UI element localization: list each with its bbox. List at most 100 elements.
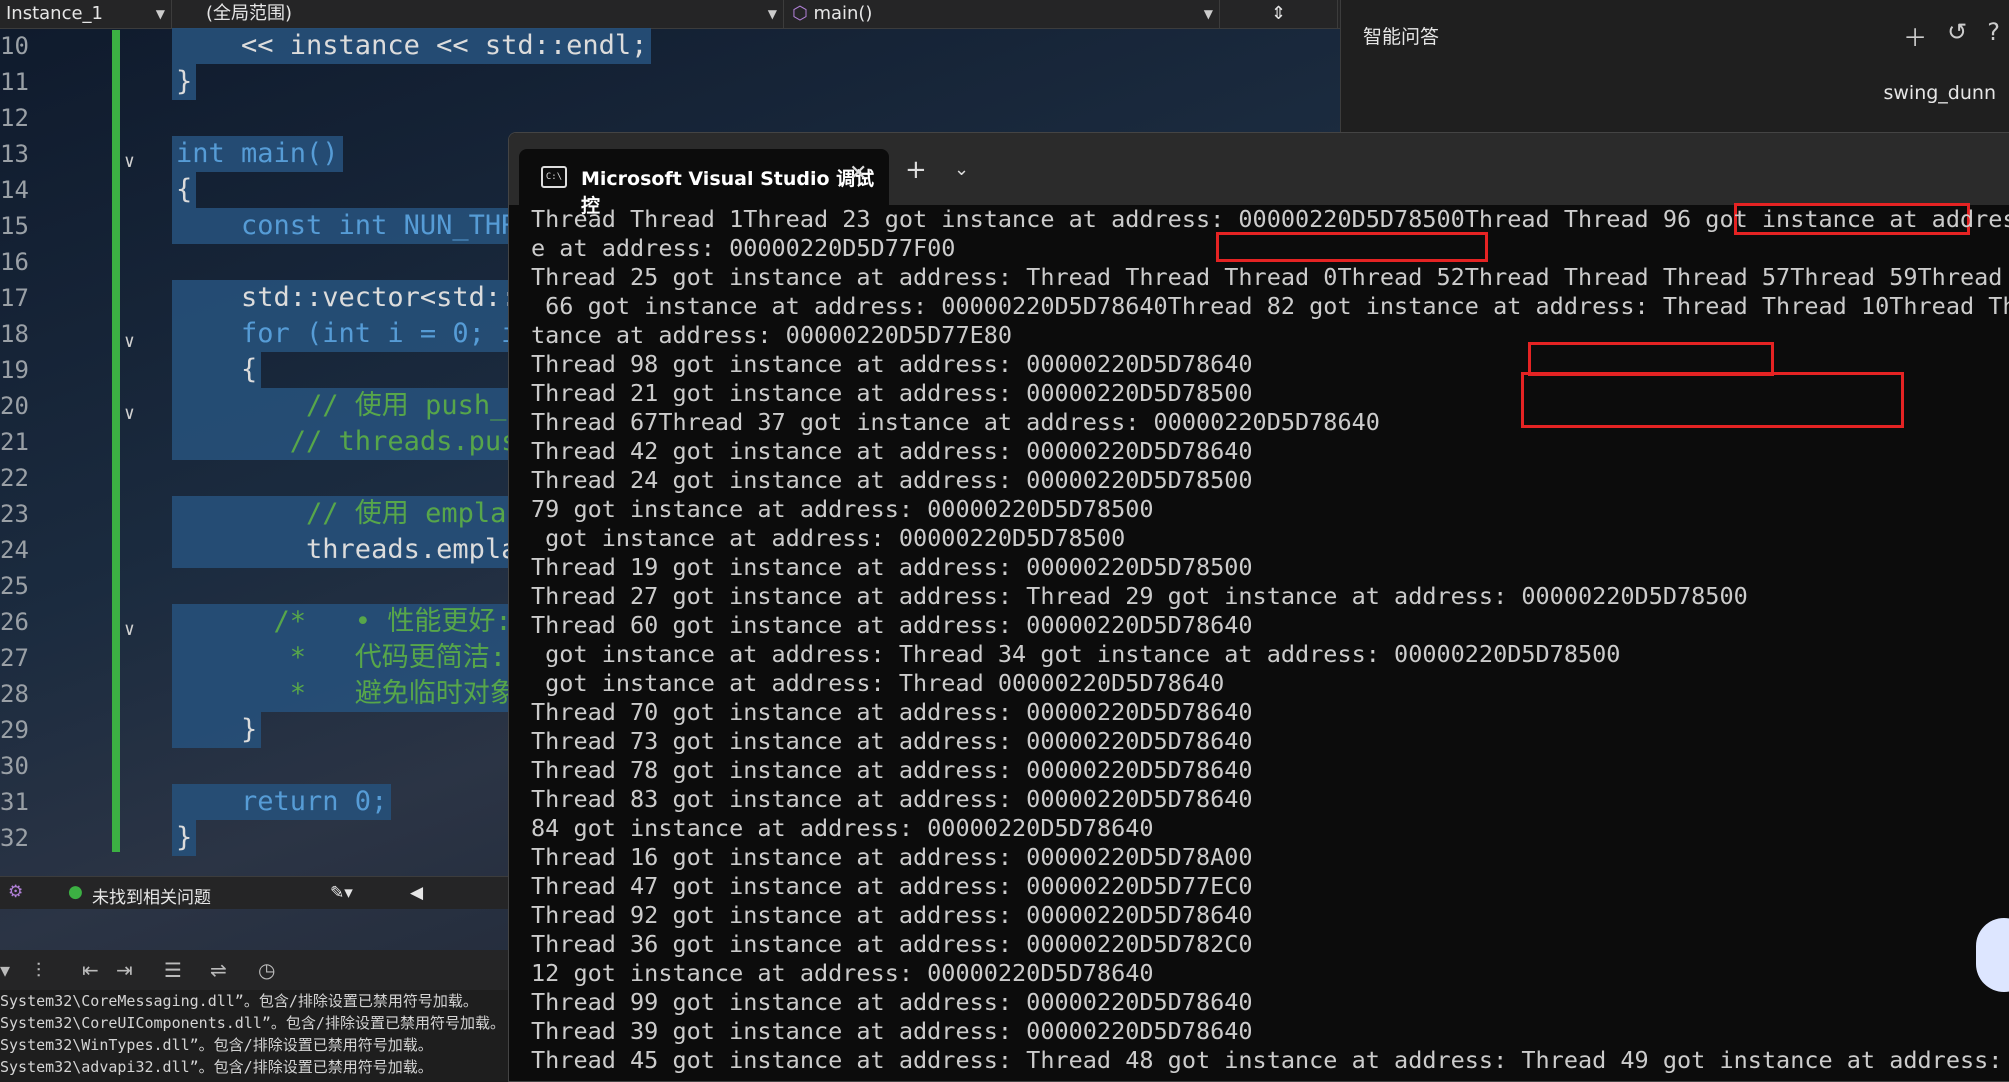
clock-icon[interactable]: ◷	[258, 958, 275, 982]
brush-icon[interactable]: ✎▾	[330, 883, 353, 903]
console-line: Thread 47 got instance at address: 00000…	[531, 872, 1253, 900]
chevron-down-icon: ▼	[155, 7, 165, 21]
code-text: {	[172, 352, 262, 388]
code-text: int main()	[172, 136, 343, 172]
code-line[interactable]: 11}	[0, 64, 1340, 100]
code-text: }	[172, 820, 197, 856]
console-line: got instance at address: Thread 34 got i…	[531, 640, 1621, 668]
split-button[interactable]: ⇕	[1220, 0, 1338, 28]
indent-left-icon[interactable]: ⇤	[82, 958, 99, 982]
indent-right-icon[interactable]: ⇥	[116, 958, 133, 982]
project-name: Instance_1	[6, 3, 104, 24]
copilot-icon[interactable]: ⚙	[8, 882, 23, 902]
ai-user-name: swing_dunn	[1883, 82, 1996, 104]
console-line: Thread 39 got instance at address: 00000…	[531, 1017, 1253, 1045]
line-number: 16	[0, 248, 29, 276]
console-line: 79 got instance at address: 00000220D5D7…	[531, 495, 1154, 523]
new-tab-button[interactable]: +	[905, 155, 927, 185]
console-line: Thread 78 got instance at address: 00000…	[531, 756, 1253, 784]
line-number: 26	[0, 608, 29, 636]
code-text: // 使用 emplace	[172, 496, 543, 532]
console-tab[interactable]: C:\ Microsoft Visual Studio 调试控 ✕	[519, 149, 889, 217]
line-number: 29	[0, 716, 29, 744]
console-line: Thread 70 got instance at address: 00000…	[531, 698, 1253, 726]
console-output[interactable]: Thread Thread 1Thread 23 got instance at…	[523, 203, 2009, 1081]
output-toolbar: ▾ ⫶ ⇤ ⇥ ☰ ⇌ ◷	[0, 950, 510, 990]
code-text: /* • 性能更好: 避	[172, 604, 559, 640]
line-number: 20	[0, 392, 29, 420]
debug-console-window[interactable]: C:\ Microsoft Visual Studio 调试控 ✕ + ⌄ Th…	[508, 132, 2009, 1082]
word-wrap-icon[interactable]: ⇌	[210, 958, 227, 982]
editor-nav-bar: Instance_1 ▼ (全局范围) ▼ ⬡ main() ▼ ⇕	[0, 0, 1340, 29]
console-line: Thread 24 got instance at address: 00000…	[531, 466, 1253, 494]
code-line[interactable]: 10 << instance << std::endl;	[0, 28, 1340, 64]
code-text: << instance << std::endl;	[172, 28, 652, 64]
output-line: System32\advapi32.dll”。包含/排除设置已禁用符号加载。	[0, 1058, 433, 1076]
clear-all-icon[interactable]: ☰	[164, 958, 182, 982]
scope-dropdown[interactable]: (全局范围) ▼	[172, 0, 784, 28]
console-line: Thread 25 got instance at address: Threa…	[531, 263, 2009, 291]
floating-assistant-button[interactable]	[1976, 918, 2009, 992]
check-circle-icon: ●	[68, 882, 83, 902]
line-number: 14	[0, 176, 29, 204]
console-line: Thread 45 got instance at address: Threa…	[531, 1046, 2009, 1074]
project-dropdown[interactable]: Instance_1 ▼	[0, 0, 172, 28]
console-line: 84 got instance at address: 00000220D5D7…	[531, 814, 1154, 842]
console-line: Thread 83 got instance at address: 00000…	[531, 785, 1253, 813]
line-number: 32	[0, 824, 29, 852]
highlight-box	[1521, 372, 1904, 428]
line-number: 12	[0, 104, 29, 132]
console-line: Thread 27 got instance at address: Threa…	[531, 582, 1748, 610]
plus-icon[interactable]: ＋	[1903, 18, 1927, 53]
console-line: Thread 16 got instance at address: 00000…	[531, 843, 1253, 871]
line-number: 13	[0, 140, 29, 168]
console-line: Thread 60 got instance at address: 00000…	[531, 611, 1253, 639]
scope-name: (全局范围)	[206, 3, 293, 24]
output-line: System32\CoreUIComponents.dll”。包含/排除设置已禁…	[0, 1014, 505, 1032]
console-line: Thread Thread 1Thread 23 got instance at…	[531, 205, 2009, 233]
line-number: 31	[0, 788, 29, 816]
line-number: 18	[0, 320, 29, 348]
ai-panel-title: 智能问答	[1363, 26, 1440, 48]
align-icon[interactable]: ⫶	[36, 958, 41, 982]
line-number: 28	[0, 680, 29, 708]
history-icon[interactable]: ↺	[1947, 18, 1967, 53]
console-line: Thread 67Thread 37 got instance at addre…	[531, 408, 1380, 436]
line-number: 27	[0, 644, 29, 672]
help-icon[interactable]: ?	[1987, 18, 2000, 53]
console-line: e at address: 00000220D5D77F00	[531, 234, 956, 262]
console-line: 12 got instance at address: 00000220D5D7…	[531, 959, 1154, 987]
output-line: System32\CoreMessaging.dll”。包含/排除设置已禁用符号…	[0, 992, 478, 1010]
console-line: Thread 21 got instance at address: 00000…	[531, 379, 1253, 407]
line-number: 17	[0, 284, 29, 312]
line-number: 24	[0, 536, 29, 564]
code-text: // threads.push_	[172, 424, 554, 460]
highlight-box	[1216, 232, 1488, 262]
console-line: 66 got instance at address: 00000220D5D7…	[531, 292, 2009, 320]
console-line: Thread 42 got instance at address: 00000…	[531, 437, 1253, 465]
code-line[interactable]: 12	[0, 100, 1340, 136]
cube-icon: ⬡	[792, 3, 814, 24]
console-line: got instance at address: 00000220D5D7850…	[531, 524, 1126, 552]
editor-status-bar: ⚙ ● 未找到相关问题 ✎▾ ◀	[0, 876, 510, 909]
issues-status[interactable]: 未找到相关问题	[92, 883, 211, 908]
line-number: 10	[0, 32, 29, 60]
function-name: main()	[813, 3, 873, 24]
scroll-left-icon[interactable]: ◀	[410, 883, 423, 903]
function-dropdown[interactable]: ⬡ main() ▼	[784, 0, 1220, 28]
line-number: 22	[0, 464, 29, 492]
console-line: got instance at address: Thread 00000220…	[531, 669, 1225, 697]
line-number: 11	[0, 68, 29, 96]
dropdown-icon[interactable]: ▾	[0, 958, 10, 982]
ai-assistant-panel: 智能问答 ＋ ↺ ? swing_dunn	[1340, 0, 2009, 140]
code-text: * 代码更简洁:	[172, 640, 511, 676]
close-icon[interactable]: ✕	[849, 161, 867, 186]
console-line: Thread 36 got instance at address: 00000…	[531, 930, 1253, 958]
output-line: System32\WinTypes.dll”。包含/排除设置已禁用符号加载。	[0, 1036, 433, 1054]
code-text: for (int i = 0; i <	[172, 316, 554, 352]
line-number: 23	[0, 500, 29, 528]
console-tab-bar: C:\ Microsoft Visual Studio 调试控 ✕ + ⌄	[509, 133, 2009, 217]
chevron-down-icon[interactable]: ⌄	[954, 159, 969, 180]
line-number: 15	[0, 212, 29, 240]
output-pane[interactable]: System32\CoreMessaging.dll”。包含/排除设置已禁用符号…	[0, 990, 510, 1080]
